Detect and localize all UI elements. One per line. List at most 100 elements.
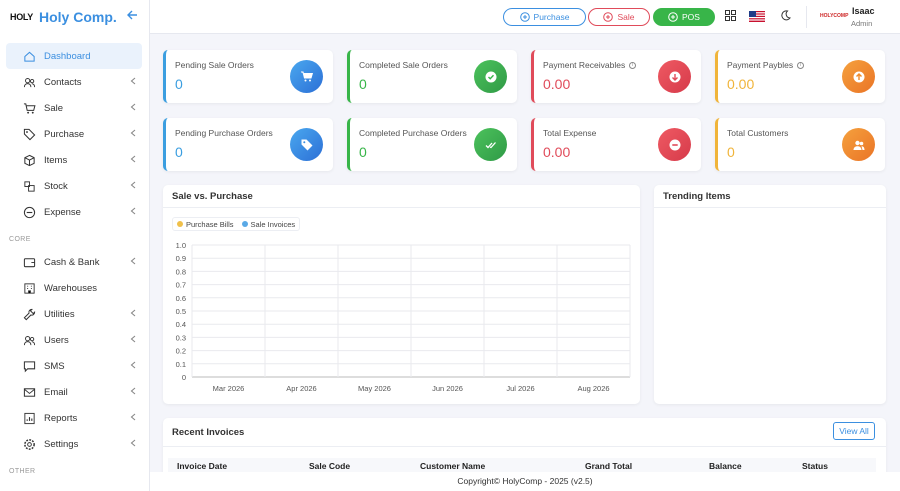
- divider: [654, 207, 886, 208]
- stat-card-completed-purchase-orders[interactable]: Completed Purchase Orders 0: [347, 118, 517, 171]
- minus-circle-icon: [22, 205, 36, 219]
- sidebar-item-label: Contacts: [44, 76, 82, 88]
- arrow-up-circle-icon: [842, 60, 875, 93]
- sidebar-item-contacts[interactable]: Contacts: [6, 69, 142, 95]
- sidebar-item-cash-bank[interactable]: Cash & Bank: [6, 249, 142, 275]
- box-icon: [22, 153, 36, 167]
- chevron-left-icon: [130, 181, 136, 192]
- user-name[interactable]: Isaac: [852, 6, 875, 16]
- x-tick-label: Aug 2026: [577, 384, 609, 393]
- plus-circle-icon: [668, 12, 678, 22]
- sidebar-item-items[interactable]: Items: [6, 147, 142, 173]
- chevron-left-icon: [130, 309, 136, 320]
- stat-card-total-customers[interactable]: Total Customers 0: [715, 118, 885, 171]
- info-icon[interactable]: i: [797, 62, 805, 70]
- sidebar-item-label: Users: [44, 334, 69, 346]
- sidebar-item-purchase[interactable]: Purchase: [6, 121, 142, 147]
- column-customer-name[interactable]: Customer Name: [420, 461, 485, 471]
- section-label-other: OTHER: [9, 468, 36, 475]
- info-icon[interactable]: i: [629, 62, 637, 70]
- sidebar-item-label: Utilities: [44, 308, 75, 320]
- contacts-icon: [22, 75, 36, 89]
- y-tick-label: 0.2: [176, 347, 186, 356]
- y-tick-label: 0.6: [176, 294, 186, 303]
- sale-button[interactable]: Sale: [588, 8, 650, 26]
- home-icon: [22, 49, 36, 63]
- sidebar-item-dashboard[interactable]: Dashboard: [6, 43, 142, 69]
- stat-label-text: Completed Purchase Orders: [359, 128, 467, 138]
- stat-card-pending-purchase-orders[interactable]: Pending Purchase Orders 0: [163, 118, 333, 171]
- stat-card-pending-sale-orders[interactable]: Pending Sale Orders 0: [163, 50, 333, 103]
- sidebar-item-stock[interactable]: Stock: [6, 173, 142, 199]
- stat-card-completed-sale-orders[interactable]: Completed Sale Orders 0: [347, 50, 517, 103]
- moon-icon[interactable]: [780, 10, 791, 24]
- stat-label-text: Pending Sale Orders: [175, 60, 254, 70]
- sale-vs-purchase-card: Sale vs. Purchase Purchase Bills Sale In…: [163, 185, 640, 404]
- wrench-icon: [22, 307, 36, 321]
- user-role: Admin: [851, 19, 873, 28]
- stat-label: Total Customers: [727, 128, 788, 138]
- sidebar-item-settings[interactable]: Settings: [6, 431, 142, 457]
- cart-icon: [22, 101, 36, 115]
- check-circle-icon: [474, 60, 507, 93]
- sidebar-item-reports[interactable]: Reports: [6, 405, 142, 431]
- stat-label-text: Payment Receivables: [543, 60, 626, 70]
- sidebar-item-expense[interactable]: Expense: [6, 199, 142, 225]
- chevron-left-icon: [130, 129, 136, 140]
- gear-icon: [22, 437, 36, 451]
- recent-invoices-title: Recent Invoices: [172, 427, 245, 438]
- users-icon: [22, 333, 36, 347]
- sidebar-item-utilities[interactable]: Utilities: [6, 301, 142, 327]
- user-avatar-logo[interactable]: HOLYCOMP: [820, 13, 848, 19]
- sidebar-nav-core: Cash & Bank Warehouses Utilities Users SMS Em…: [0, 249, 149, 457]
- column-grand-total[interactable]: Grand Total: [585, 461, 632, 471]
- header-divider: [806, 6, 807, 28]
- y-tick-label: 0.3: [176, 333, 186, 342]
- chevron-left-icon: [130, 207, 136, 218]
- y-tick-label: 0.4: [176, 320, 186, 329]
- cart-icon: [290, 60, 323, 93]
- stat-label-text: Total Customers: [727, 128, 789, 138]
- chat-icon: [22, 359, 36, 373]
- stat-label-text: Pending Purchase Orders: [175, 128, 273, 138]
- stat-card-payment-paybles[interactable]: Payment Paybles i 0.00: [715, 50, 885, 103]
- us-flag-icon[interactable]: [749, 11, 765, 22]
- x-tick-label: Jun 2026: [432, 384, 463, 393]
- stat-card-payment-receivables[interactable]: Payment Receivables i 0.00: [531, 50, 701, 103]
- pos-button[interactable]: POS: [653, 8, 715, 26]
- purchase-button[interactable]: Purchase: [503, 8, 586, 26]
- stock-icon: [22, 179, 36, 193]
- column-balance[interactable]: Balance: [709, 461, 742, 471]
- double-check-icon: [474, 128, 507, 161]
- stat-label-text: Total Expense: [543, 128, 597, 138]
- stat-value: 0.00: [543, 144, 571, 160]
- building-icon: [22, 281, 36, 295]
- view-all-button[interactable]: View All: [833, 422, 875, 440]
- stat-value: 0: [359, 144, 367, 160]
- sidebar-item-label: Purchase: [44, 128, 85, 140]
- sidebar: HOLY Holy Comp. Dashboard Contacts Sale Pur…: [0, 0, 150, 491]
- chevron-left-icon: [130, 439, 136, 450]
- sidebar-item-sale[interactable]: Sale: [6, 95, 142, 121]
- sidebar-item-label: Settings: [44, 438, 79, 450]
- y-tick-label: 0: [182, 373, 186, 382]
- arrow-down-circle-icon: [658, 60, 691, 93]
- sidebar-item-users[interactable]: Users: [6, 327, 142, 353]
- mail-icon: [22, 385, 36, 399]
- sidebar-item-email[interactable]: Email: [6, 379, 142, 405]
- sidebar-item-warehouses[interactable]: Warehouses: [6, 275, 142, 301]
- column-sale-code[interactable]: Sale Code: [309, 461, 350, 471]
- sidebar-item-sms[interactable]: SMS: [6, 353, 142, 379]
- tag-icon: [22, 127, 36, 141]
- section-label-core: CORE: [9, 236, 31, 243]
- minus-circle-icon: [658, 128, 691, 161]
- apps-grid-icon[interactable]: [725, 10, 736, 24]
- y-tick-label: 0.8: [176, 267, 186, 276]
- sidebar-item-label: Cash & Bank: [44, 256, 100, 268]
- collapse-sidebar-icon[interactable]: [126, 9, 138, 24]
- stat-card-total-expense[interactable]: Total Expense 0.00: [531, 118, 701, 171]
- chevron-left-icon: [130, 103, 136, 114]
- column-status[interactable]: Status: [802, 461, 828, 471]
- sale-button-label: Sale: [617, 12, 635, 22]
- column-invoice-date[interactable]: Invoice Date: [177, 461, 227, 471]
